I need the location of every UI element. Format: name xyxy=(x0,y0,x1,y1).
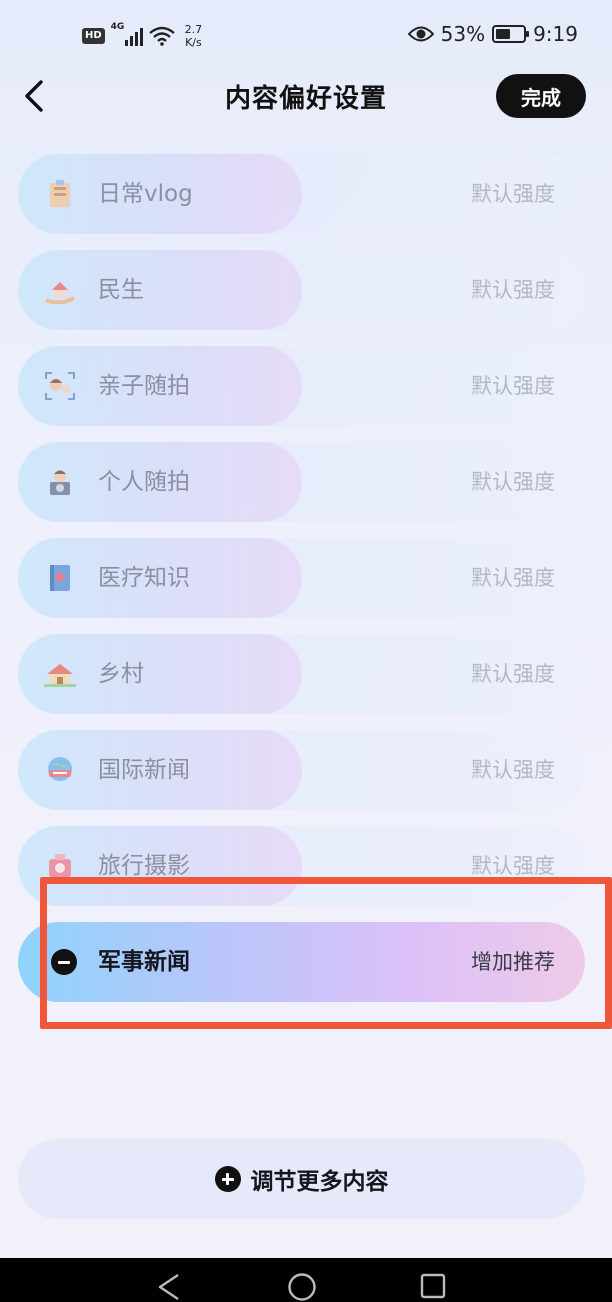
plus-circle-icon xyxy=(214,1166,241,1192)
row-strength: 默认强度 xyxy=(471,470,555,494)
medical-book-icon xyxy=(44,562,76,594)
camera-person-icon xyxy=(44,466,76,498)
status-left: HD 4G 2.7 K/s xyxy=(82,18,202,54)
adjust-more-label: 调节更多内容 xyxy=(250,1169,389,1195)
row-label: 亲子随拍 xyxy=(98,373,190,399)
preference-row-village[interactable]: 乡村 默认强度 xyxy=(18,634,585,714)
preference-row-international[interactable]: 国际新闻 默认强度 xyxy=(18,730,585,810)
nav-recents-button[interactable] xyxy=(413,1272,453,1302)
eye-icon xyxy=(407,26,434,42)
travel-camera-icon xyxy=(44,850,76,882)
preference-row-vlog[interactable]: 日常vlog 默认强度 xyxy=(18,154,585,234)
row-strength: 默认强度 xyxy=(471,566,555,590)
preference-row-military[interactable]: 军事新闻 增加推荐 xyxy=(18,922,585,1002)
nav-back-button[interactable] xyxy=(149,1272,189,1302)
row-strength: 默认强度 xyxy=(471,374,555,398)
row-strength: 默认强度 xyxy=(471,278,555,302)
status-right: 53% 9:19 xyxy=(407,22,578,46)
house-hand-icon xyxy=(44,274,76,306)
row-strength: 增加推荐 xyxy=(471,950,555,974)
row-strength: 默认强度 xyxy=(471,662,555,686)
signal-icon: 4G xyxy=(111,22,143,46)
back-triangle-icon xyxy=(158,1274,179,1300)
hd-badge: HD xyxy=(82,28,105,44)
done-button[interactable]: 完成 xyxy=(496,74,586,118)
preference-row-parent-child[interactable]: 亲子随拍 默认强度 xyxy=(18,346,585,426)
preference-row-travel[interactable]: 旅行摄影 默认强度 xyxy=(18,826,585,906)
row-strength: 默认强度 xyxy=(471,758,555,782)
recents-square-icon xyxy=(420,1273,446,1299)
row-label: 国际新闻 xyxy=(98,757,190,783)
row-label: 旅行摄影 xyxy=(98,853,190,879)
globe-news-icon xyxy=(44,754,76,786)
home-circle-icon xyxy=(288,1273,316,1301)
row-label: 日常vlog xyxy=(98,181,193,207)
battery-percent: 53% xyxy=(440,22,486,46)
village-house-icon xyxy=(44,658,76,690)
network-speed: 2.7 K/s xyxy=(185,23,203,49)
preference-row-medical[interactable]: 医疗知识 默认强度 xyxy=(18,538,585,618)
preference-row-livelihood[interactable]: 民生 默认强度 xyxy=(18,250,585,330)
nav-home-button[interactable] xyxy=(282,1272,322,1302)
row-label: 个人随拍 xyxy=(98,469,190,495)
row-label: 民生 xyxy=(98,277,144,303)
battery-icon xyxy=(492,25,530,43)
row-strength: 默认强度 xyxy=(471,182,555,206)
wifi-icon xyxy=(148,26,175,46)
status-bar: HD 4G 2.7 K/s 53% 9:19 xyxy=(0,0,612,72)
minus-circle-icon[interactable] xyxy=(51,949,77,975)
network-type: 4G xyxy=(110,22,125,32)
speed-value: 2.7 xyxy=(184,23,203,36)
row-label: 乡村 xyxy=(98,661,144,687)
row-label: 军事新闻 xyxy=(98,949,190,975)
vlog-icon xyxy=(44,178,76,210)
speed-unit: K/s xyxy=(185,36,202,49)
row-strength: 默认强度 xyxy=(471,854,555,878)
parent-child-icon xyxy=(44,370,76,402)
battery-fill xyxy=(496,29,510,39)
row-label: 医疗知识 xyxy=(98,565,190,591)
system-nav-bar xyxy=(0,1258,612,1302)
clock: 9:19 xyxy=(533,22,578,46)
preference-row-personal[interactable]: 个人随拍 默认强度 xyxy=(18,442,585,522)
adjust-more-button[interactable]: 调节更多内容 xyxy=(18,1139,585,1219)
